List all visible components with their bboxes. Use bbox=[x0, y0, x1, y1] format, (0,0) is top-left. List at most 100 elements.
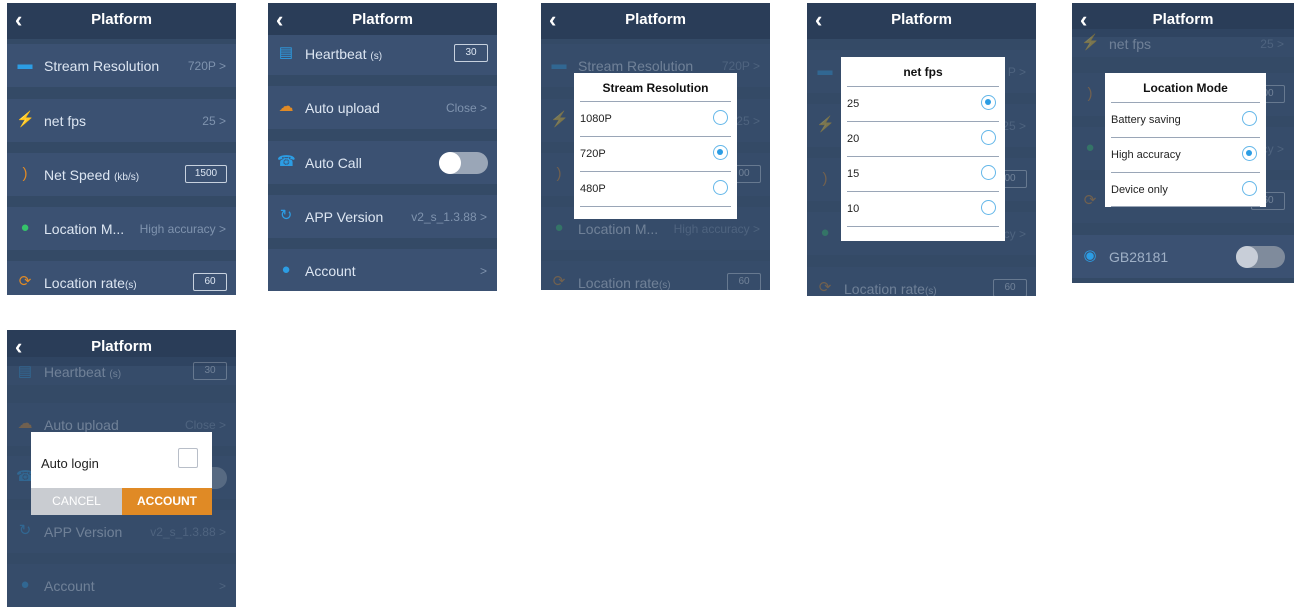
radio-button-selected[interactable] bbox=[713, 145, 728, 160]
option-label: Device only bbox=[1111, 184, 1168, 196]
setting-label: Account bbox=[44, 578, 95, 594]
setting-net-speed[interactable]: ) Net Speed (kb/s) 1500 bbox=[7, 153, 236, 196]
location-pin-icon: ● bbox=[20, 219, 30, 236]
title-bar: ‹ Platform bbox=[541, 3, 770, 39]
setting-location-rate[interactable]: ⟳ Location rate(s) 60 bbox=[7, 261, 236, 295]
setting-app-version[interactable]: ↻ APP Version v2_s_1.3.88 > bbox=[268, 195, 497, 238]
radio-button[interactable] bbox=[713, 180, 728, 195]
setting-label: Location M... bbox=[578, 221, 659, 237]
setting-gb28181[interactable]: ◉ GB28181 bbox=[1072, 235, 1294, 278]
option-device-only[interactable]: Device only bbox=[1111, 172, 1260, 207]
setting-location-rate[interactable]: ⟳ Location rate(s) 60 bbox=[807, 267, 1036, 296]
cancel-button[interactable]: CANCEL bbox=[31, 488, 122, 515]
option-label: 480P bbox=[580, 183, 606, 195]
heartbeat-icon: ▤ bbox=[278, 44, 294, 61]
video-camera-icon: ▬ bbox=[17, 56, 33, 73]
radio-button-selected[interactable] bbox=[1242, 146, 1257, 161]
setting-value: Close > bbox=[445, 101, 487, 115]
setting-net-fps[interactable]: ⚡ net fps 25 > bbox=[7, 99, 236, 142]
radio-button[interactable] bbox=[981, 130, 996, 145]
signal-icon: ) bbox=[556, 165, 562, 182]
setting-label: Net Speed (kb/s) bbox=[44, 167, 140, 183]
radio-button[interactable] bbox=[981, 165, 996, 180]
option-10[interactable]: 10 bbox=[847, 191, 999, 226]
user-icon: ● bbox=[281, 261, 291, 278]
setting-label: Heartbeat (s) bbox=[44, 364, 122, 380]
account-button[interactable]: ACCOUNT bbox=[122, 488, 212, 515]
net-speed-input[interactable]: 1500 bbox=[185, 165, 227, 183]
refresh-icon: ⟳ bbox=[818, 279, 832, 296]
setting-heartbeat[interactable]: ▤ Heartbeat (s) 30 bbox=[268, 35, 497, 75]
location-rate-input[interactable]: 60 bbox=[727, 273, 761, 290]
auto-login-checkbox[interactable] bbox=[178, 448, 198, 468]
radio-button[interactable] bbox=[1242, 111, 1257, 126]
setting-label: APP Version bbox=[305, 209, 384, 225]
user-icon: ● bbox=[20, 576, 30, 593]
setting-label: Stream Resolution bbox=[44, 58, 160, 74]
screen-auto-login-dialog: ‹ Platform ▤ Heartbeat (s) 30 ☁ Auto upl… bbox=[7, 330, 236, 607]
option-1080p[interactable]: 1080P bbox=[580, 101, 731, 136]
setting-value: 25 > bbox=[736, 114, 760, 128]
setting-heartbeat[interactable]: ▤ Heartbeat (s) 30 bbox=[7, 357, 236, 385]
option-label: 720P bbox=[580, 148, 606, 160]
option-label: 1080P bbox=[580, 113, 612, 125]
option-label: 15 bbox=[847, 168, 860, 180]
option-720p[interactable]: 720P bbox=[580, 136, 731, 171]
auto-call-toggle[interactable] bbox=[439, 152, 488, 174]
location-pin-icon: ● bbox=[820, 224, 830, 241]
option-label: High accuracy bbox=[1111, 149, 1181, 161]
setting-value: Close > bbox=[184, 418, 226, 432]
location-rate-input[interactable]: 60 bbox=[993, 279, 1027, 296]
option-battery-saving[interactable]: Battery saving bbox=[1111, 102, 1260, 137]
screen-platform-settings-2: ‹ Platform ▤ Heartbeat (s) 30 ☁ Auto upl… bbox=[268, 3, 497, 291]
refresh-icon: ⟳ bbox=[1083, 192, 1097, 209]
option-15[interactable]: 15 bbox=[847, 156, 999, 191]
setting-value: 25 > bbox=[1260, 37, 1284, 51]
option-25[interactable]: 25 bbox=[847, 86, 999, 121]
title-bar: ‹ Platform bbox=[7, 3, 236, 39]
divider bbox=[580, 206, 731, 207]
setting-value: > bbox=[218, 579, 226, 593]
toggle-knob bbox=[1236, 246, 1258, 268]
dialog-title: Stream Resolution bbox=[602, 81, 709, 95]
location-rate-input[interactable]: 60 bbox=[193, 273, 227, 291]
phone-icon: ☎ bbox=[277, 153, 296, 170]
option-label: 25 bbox=[847, 98, 860, 110]
option-high-accuracy[interactable]: High accuracy bbox=[1111, 137, 1260, 172]
setting-net-fps[interactable]: ⚡ net fps 25 > bbox=[1072, 29, 1294, 57]
option-20[interactable]: 20 bbox=[847, 121, 999, 156]
setting-value: 720P > bbox=[187, 59, 226, 73]
setting-stream-resolution[interactable]: ▬ Stream Resolution 720P > bbox=[7, 44, 236, 87]
setting-label: Stream Resolution bbox=[578, 58, 694, 74]
radio-button-selected[interactable] bbox=[981, 95, 996, 110]
setting-location-rate[interactable]: ⟳ Location rate(s) 60 bbox=[541, 261, 770, 290]
page-title: Platform bbox=[625, 11, 686, 28]
option-label: 10 bbox=[847, 203, 860, 215]
setting-label: net fps bbox=[1109, 36, 1152, 52]
option-label: 20 bbox=[847, 133, 860, 145]
setting-auto-upload[interactable]: ☁ Auto upload Close > bbox=[268, 86, 497, 129]
location-pin-icon: ● bbox=[1085, 139, 1095, 156]
pulse-icon: ⚡ bbox=[816, 116, 835, 133]
net-fps-dialog: net fps 25 20 15 10 bbox=[841, 57, 1005, 241]
pulse-icon: ⚡ bbox=[550, 111, 569, 128]
setting-app-version[interactable]: ↻ APP Version v2_s_1.3.88 > bbox=[7, 510, 236, 553]
setting-account[interactable]: ● Account > bbox=[7, 564, 236, 607]
pulse-icon: ⚡ bbox=[16, 111, 35, 128]
setting-auto-call[interactable]: ☎ Auto Call bbox=[268, 141, 497, 184]
option-480p[interactable]: 480P bbox=[580, 171, 731, 206]
dialog-title: net fps bbox=[903, 65, 943, 79]
heartbeat-input[interactable]: 30 bbox=[454, 44, 488, 62]
setting-location-mode[interactable]: ● Location M... High accuracy > bbox=[7, 207, 236, 250]
page-title: Platform bbox=[891, 11, 952, 28]
radio-button[interactable] bbox=[981, 200, 996, 215]
screen-net-fps-dialog: ‹ Platform ▬ P > ⚡ 25 > ) 00 ● cy > ⟳ Lo… bbox=[807, 3, 1036, 296]
gb28181-toggle[interactable] bbox=[1236, 246, 1285, 268]
screen-location-mode-dialog: ‹ Platform ⚡ net fps 25 > ) 00 ● cy > ⟳ … bbox=[1072, 3, 1294, 283]
dialog-title: Location Mode bbox=[1143, 81, 1228, 95]
page-title: Platform bbox=[91, 11, 152, 28]
setting-account[interactable]: ● Account > bbox=[268, 249, 497, 291]
heartbeat-input[interactable]: 30 bbox=[193, 362, 227, 380]
radio-button[interactable] bbox=[713, 110, 728, 125]
radio-button[interactable] bbox=[1242, 181, 1257, 196]
